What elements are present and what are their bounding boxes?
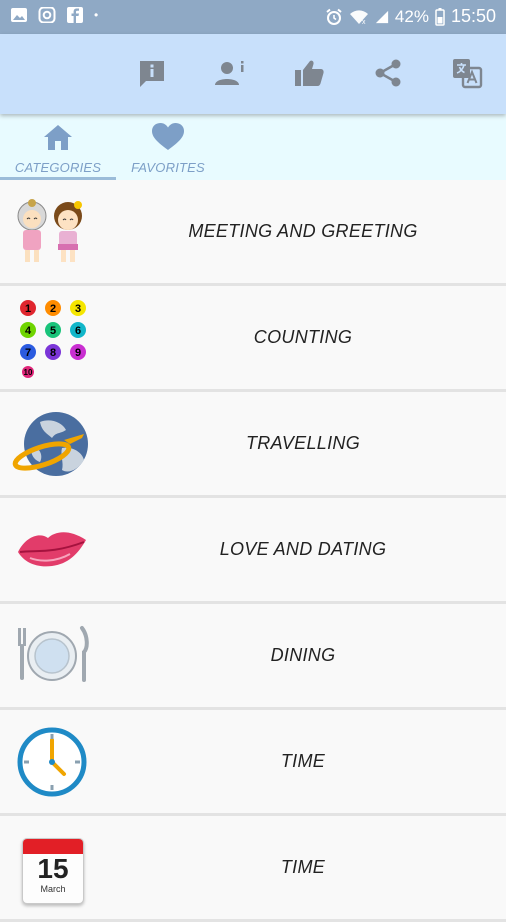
svg-text:5: 5	[50, 325, 56, 337]
instagram-icon	[38, 7, 56, 23]
category-list: MEETING AND GREETING 1 2 3 4 5 6 7 8 9 1…	[0, 180, 506, 922]
greeting-kids-icon	[17, 199, 82, 262]
calendar-icon: 15 March	[12, 828, 92, 908]
battery-icon	[435, 7, 445, 26]
app-bar	[0, 34, 506, 114]
clock-time: 15:50	[450, 6, 496, 26]
list-item-label: TRAVELLING	[245, 433, 361, 453]
translate-button[interactable]	[450, 56, 484, 90]
svg-text:9: 9	[75, 347, 81, 359]
home-icon	[44, 125, 72, 150]
share-button[interactable]	[371, 56, 405, 90]
svg-text:1: 1	[25, 303, 31, 315]
lips-kiss-icon	[18, 532, 86, 567]
alarm-icon	[326, 8, 342, 25]
list-item-label: DINING	[270, 645, 336, 665]
translate-icon	[453, 59, 483, 89]
wifi-icon: x	[349, 9, 368, 25]
status-bar: • x 42% 15:50	[0, 0, 506, 34]
list-item-label: MEETING AND GREETING	[188, 221, 418, 241]
rate-button[interactable]	[292, 56, 326, 90]
plate-cutlery-icon	[18, 626, 89, 682]
calendar-icon-header	[23, 839, 83, 854]
counting-numbers-icon: 1 2 3 4 5 6 7 8 9 10	[20, 300, 86, 378]
svg-text:7: 7	[25, 347, 31, 359]
signal-icon	[375, 10, 389, 23]
svg-text:8: 8	[50, 347, 56, 359]
tab-favorites-label: FAVORITES	[131, 160, 205, 175]
svg-text:6: 6	[75, 325, 81, 337]
thumbs-up-icon	[295, 60, 324, 86]
list-item[interactable]: 1 2 3 4 5 6 7 8 9 10 COUNTING	[0, 286, 506, 392]
list-item-label: LOVE AND DATING	[219, 539, 387, 559]
svg-text:x: x	[362, 19, 366, 25]
info-icon	[140, 61, 164, 87]
heart-icon	[152, 123, 184, 150]
svg-text:3: 3	[75, 303, 81, 315]
list-item-label: COUNTING	[253, 327, 353, 347]
info-button[interactable]	[135, 56, 169, 90]
tab-bar: CATEGORIES FAVORITES	[0, 114, 506, 180]
svg-text:4: 4	[25, 325, 32, 337]
svg-text:2: 2	[50, 303, 56, 315]
list-item-label: TIME	[280, 857, 326, 877]
list-item[interactable]: LOVE AND DATING	[0, 498, 506, 604]
person-info-icon	[215, 61, 244, 85]
list-item[interactable]: TIME	[0, 710, 506, 816]
calendar-icon-body: 15 March	[22, 838, 84, 904]
about-button[interactable]	[214, 56, 248, 90]
calendar-month: March	[40, 884, 66, 894]
calendar-day: 15	[37, 853, 69, 884]
tab-favorites[interactable]: FAVORITES	[116, 114, 220, 180]
notification-dot: •	[94, 8, 99, 22]
clock-icon	[17, 727, 87, 797]
tab-categories[interactable]: CATEGORIES	[0, 114, 116, 180]
list-item[interactable]: DINING	[0, 604, 506, 710]
list-item[interactable]: TRAVELLING	[0, 392, 506, 498]
tab-categories-label: CATEGORIES	[14, 160, 102, 175]
list-item[interactable]: 15 March TIME	[0, 816, 506, 922]
share-icon	[375, 59, 401, 87]
globe-plane-icon	[12, 412, 88, 476]
list-item[interactable]: MEETING AND GREETING	[0, 180, 506, 286]
facebook-icon	[67, 7, 83, 23]
battery-percent: 42%	[394, 6, 429, 26]
list-item-label: TIME	[280, 751, 326, 771]
gallery-icon	[11, 8, 27, 22]
svg-text:10: 10	[24, 368, 33, 377]
